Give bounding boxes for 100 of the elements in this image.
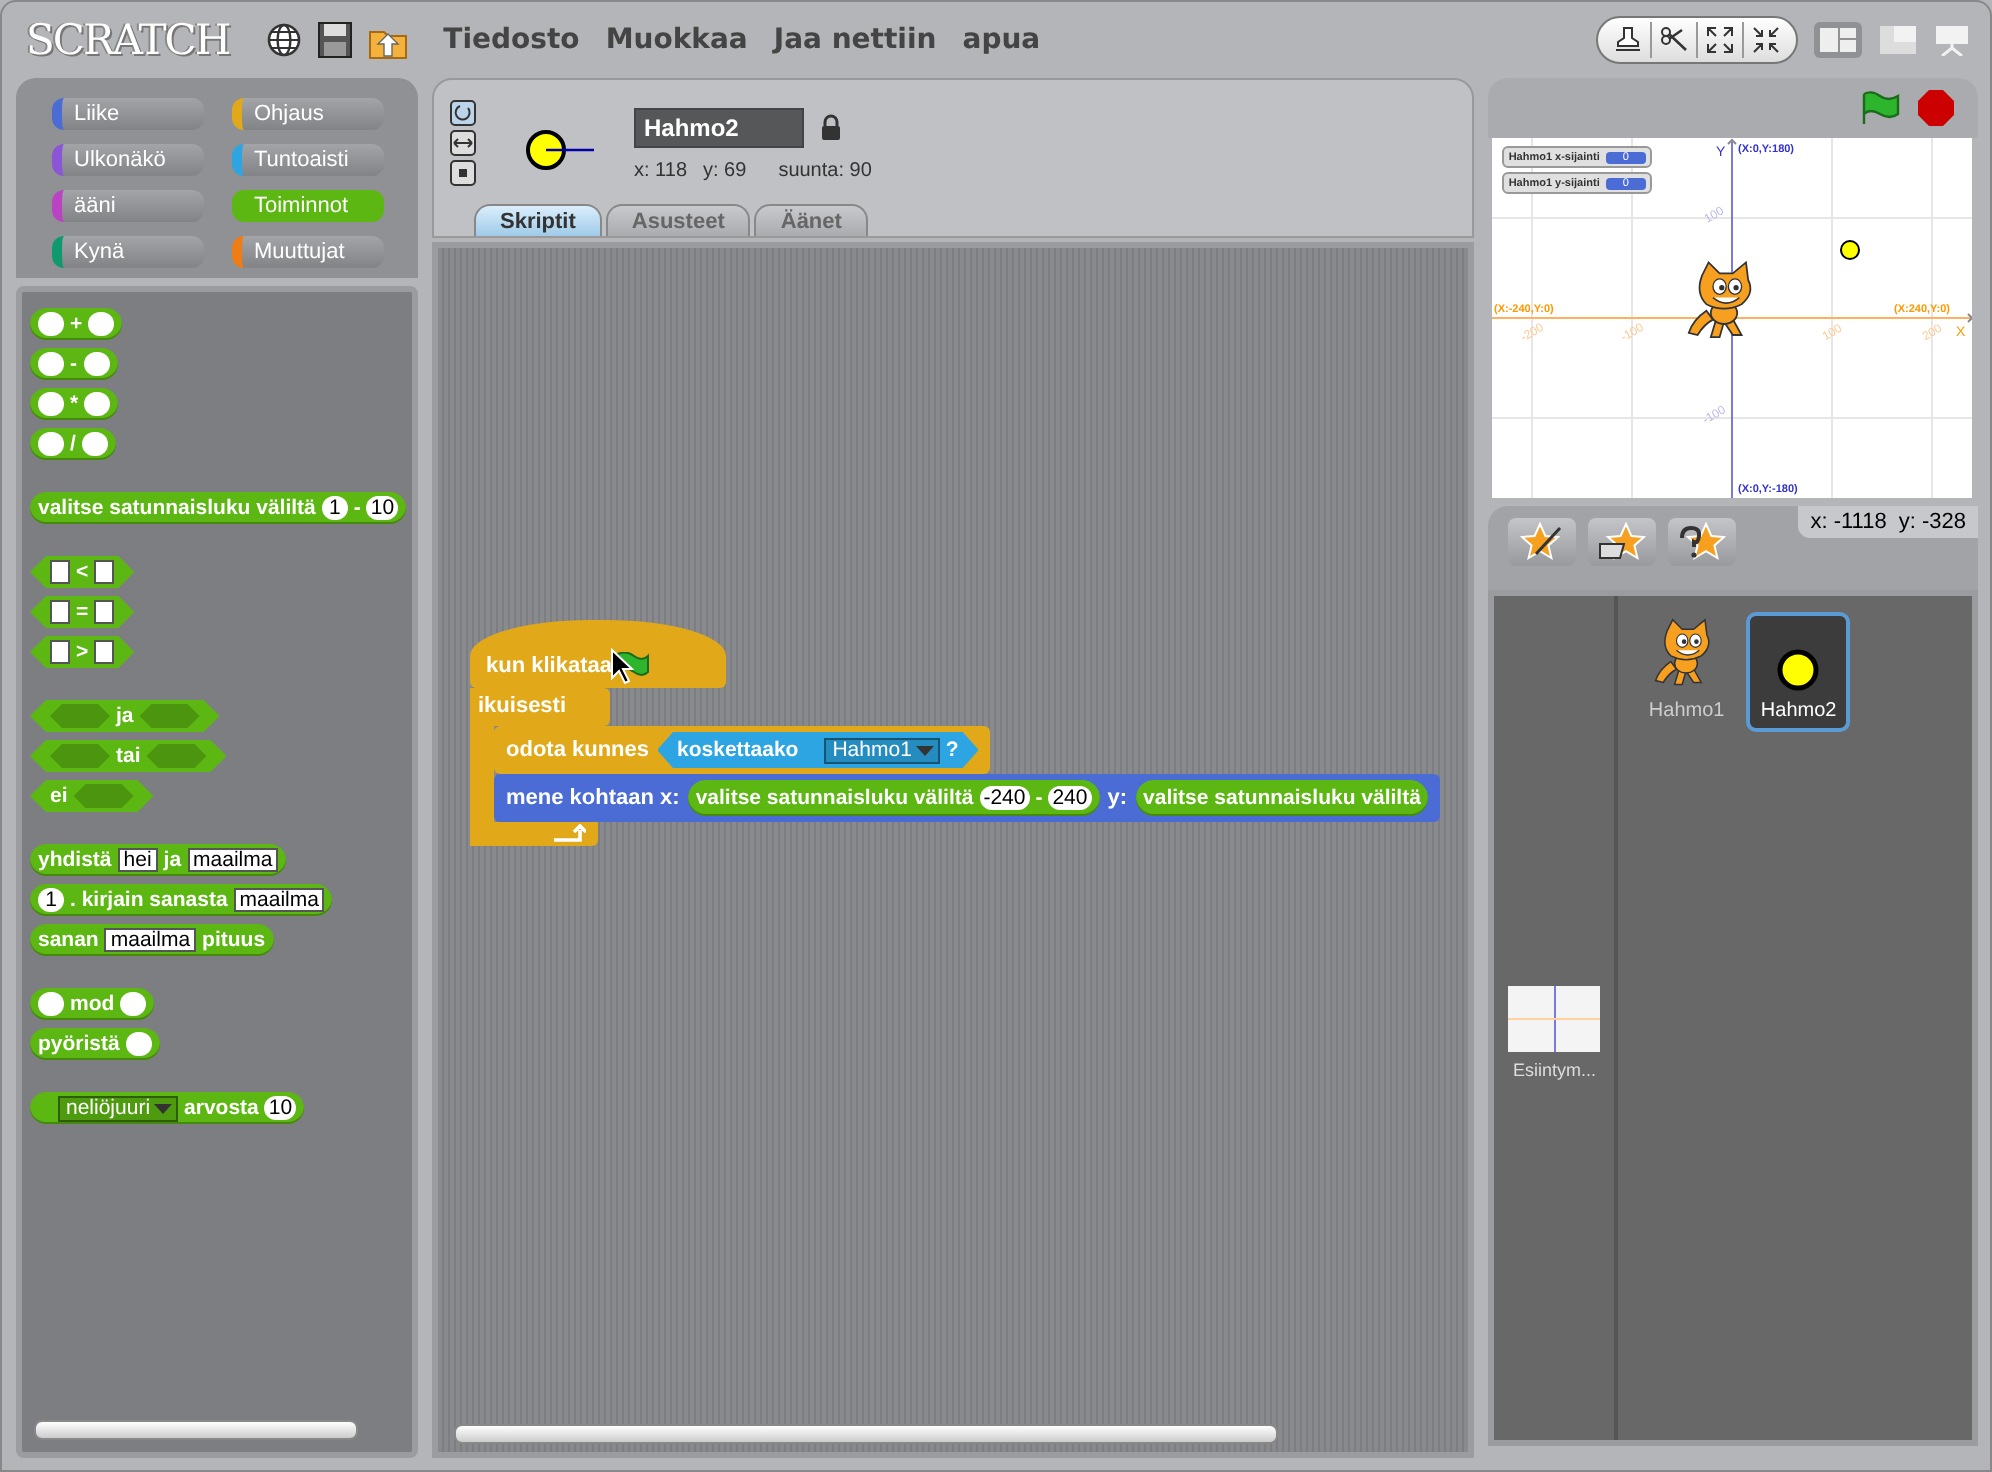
scrollbar[interactable] — [454, 1424, 1278, 1444]
command-block[interactable]: mene kohtaan x: valitse satunnaisluku väliltä -240 - 240 y: valitse satunnaisluku väliltä — [494, 774, 1441, 822]
block-label: sanan — [38, 928, 99, 952]
text-slot[interactable]: maailma — [233, 888, 325, 912]
random-sprite-button[interactable] — [1668, 518, 1737, 566]
number-slot[interactable]: 10 — [366, 496, 399, 520]
open-sprite-button[interactable] — [1588, 518, 1657, 566]
number-slot[interactable]: 1 — [38, 888, 64, 912]
command-block[interactable]: odota kunnes koskettaako Hahmo1 ? — [494, 726, 991, 774]
category-button[interactable]: Ulkonäkö — [52, 144, 204, 176]
category-button[interactable]: Liike — [52, 98, 204, 130]
lock-icon[interactable] — [820, 114, 842, 142]
number-slot[interactable] — [38, 352, 64, 376]
no-rotate-icon[interactable] — [450, 160, 476, 186]
block-label: kun klikataa — [486, 654, 612, 678]
text-slot[interactable]: hei — [117, 848, 158, 872]
menu-item[interactable]: Tiedosto — [443, 24, 580, 56]
number-slot[interactable] — [38, 312, 64, 336]
boolean-block[interactable]: ei — [30, 780, 154, 812]
block-label: pyöristä — [38, 1032, 120, 1056]
number-slot[interactable] — [81, 432, 108, 456]
number-slot[interactable]: 1 — [321, 496, 348, 520]
loop-arrow-icon — [554, 824, 586, 842]
category-button[interactable]: Ohjaus — [232, 98, 384, 130]
text-slot[interactable] — [94, 600, 115, 624]
reporter-block[interactable]: - — [30, 348, 117, 380]
cursor-icon — [610, 648, 634, 684]
reporter-block[interactable]: * — [30, 388, 119, 420]
small-stage-icon[interactable] — [1878, 24, 1918, 56]
hat-block[interactable]: kun klikataa — [470, 620, 726, 688]
reporter-block[interactable]: / — [30, 428, 116, 460]
tab[interactable]: Äänet — [754, 204, 868, 236]
menu-item[interactable]: Jaa nettiin — [773, 24, 937, 56]
reporter-block[interactable]: valitse satunnaisluku väliltä -240 - 240 — [687, 780, 1100, 816]
sprite-name: Hahmo2 — [1760, 700, 1837, 722]
reporter-block[interactable]: + — [30, 308, 123, 340]
block-label: ja — [116, 704, 134, 728]
reporter-block[interactable]: yhdistä hei ja maailma — [30, 844, 287, 876]
rotate-icon[interactable] — [450, 100, 476, 126]
dropdown-slot[interactable]: neliöjuuri — [58, 1095, 179, 1121]
category-button[interactable]: Muuttujat — [232, 236, 384, 268]
reporter-block[interactable]: mod — [30, 988, 155, 1020]
block-label: yhdistä — [38, 848, 112, 872]
text-slot[interactable] — [50, 600, 70, 624]
ball-sprite[interactable] — [1840, 240, 1861, 260]
sprite-tile[interactable]: Hahmo2 — [1746, 612, 1851, 732]
menu-item[interactable]: apua — [962, 24, 1041, 56]
text-slot[interactable] — [50, 640, 70, 664]
stop-icon[interactable] — [1918, 90, 1954, 126]
stage-thumbnail[interactable] — [1508, 986, 1601, 1052]
boolean-block[interactable]: > — [30, 636, 135, 668]
block-label: pituus — [202, 928, 266, 952]
number-slot[interactable] — [88, 312, 115, 336]
dropdown-slot[interactable]: Hahmo1 — [824, 737, 940, 763]
category-button[interactable]: Kynä — [52, 236, 204, 268]
reporter-block[interactable]: pyöristä — [30, 1028, 160, 1060]
reporter-block[interactable]: neliöjuuri arvosta 10 — [30, 1092, 305, 1124]
boolean-block[interactable]: koskettaako Hahmo1 ? — [657, 732, 979, 768]
category-button[interactable]: Toiminnot — [232, 190, 384, 222]
number-slot[interactable]: 10 — [264, 1096, 297, 1120]
category-button[interactable]: Tuntoaisti — [232, 144, 384, 176]
text-slot[interactable]: maailma — [104, 928, 197, 952]
presentation-icon[interactable] — [1934, 24, 1970, 56]
number-slot[interactable] — [84, 392, 111, 416]
number-slot[interactable] — [38, 992, 64, 1016]
category-button[interactable]: ääni — [52, 190, 204, 222]
forever-block[interactable]: ikuisesti odota kunnes koskettaako Hahmo1 ? mene kohtaan x: valitse satunnaisluku väliltä -240 - 240 y: valitse satunnaisluku väliltä — [470, 688, 1441, 846]
number-slot[interactable] — [38, 432, 64, 456]
scrollbar[interactable] — [34, 1420, 358, 1440]
text-slot[interactable]: maailma — [187, 848, 279, 872]
block-label: + — [70, 312, 83, 336]
globe-icon[interactable] — [265, 22, 302, 58]
paint-sprite-button[interactable] — [1508, 518, 1577, 566]
menu-item[interactable]: Muokkaa — [605, 24, 748, 56]
tab[interactable]: Asusteet — [605, 204, 751, 236]
block-label: > — [76, 640, 89, 664]
number-slot[interactable]: -240 — [979, 786, 1030, 810]
layout-icon[interactable] — [1814, 22, 1862, 58]
number-slot[interactable] — [125, 1032, 152, 1056]
reporter-block[interactable]: valitse satunnaisluku väliltä — [1135, 780, 1429, 816]
block-label: . kirjain sanasta — [70, 888, 228, 912]
sprite-tile[interactable]: Hahmo1 — [1634, 612, 1739, 732]
tab[interactable]: Skriptit — [474, 204, 602, 236]
number-slot[interactable]: 240 — [1048, 786, 1092, 810]
reporter-block[interactable]: 1 . kirjain sanasta maailma — [30, 884, 333, 916]
number-slot[interactable] — [38, 392, 64, 416]
block-label: mene kohtaan x: — [506, 786, 680, 810]
number-slot[interactable] — [120, 992, 147, 1016]
number-slot[interactable] — [83, 352, 109, 376]
text-slot[interactable] — [94, 560, 115, 584]
flag-icon[interactable] — [1858, 90, 1902, 126]
boolean-block[interactable]: < — [30, 556, 135, 588]
flip-icon[interactable] — [450, 130, 476, 156]
reporter-block[interactable]: valitse satunnaisluku väliltä 1 - 10 — [30, 492, 407, 524]
sprite-name-field[interactable]: Hahmo2 — [634, 108, 804, 148]
text-slot[interactable] — [50, 560, 70, 584]
save-icon[interactable] — [317, 22, 352, 58]
boolean-block[interactable]: = — [30, 596, 135, 628]
reporter-block[interactable]: sanan maailma pituus — [30, 924, 274, 956]
text-slot[interactable] — [94, 640, 115, 664]
